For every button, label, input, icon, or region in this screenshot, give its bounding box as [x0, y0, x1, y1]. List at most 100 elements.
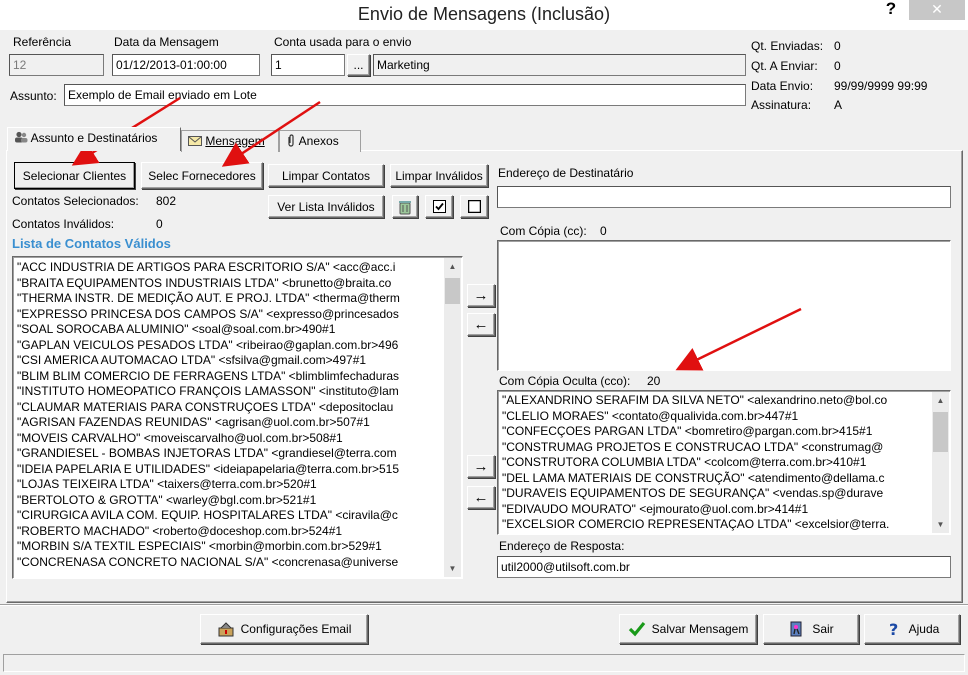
list-item[interactable]: "INSTITUTO HOMEOPATICO FRANÇOIS LAMASSON…: [13, 384, 443, 400]
configuracoes-email-button[interactable]: Configurações Email: [200, 614, 368, 644]
cco-label: Com Cópia Oculta (cco):: [499, 374, 631, 388]
check-all-button[interactable]: [425, 195, 453, 218]
list-item[interactable]: "GRANDIESEL - BOMBAS INJETORAS LTDA" <gr…: [13, 446, 443, 462]
list-item[interactable]: "THERMA INSTR. DE MEDIÇÃO AUT. E PROJ. L…: [13, 291, 443, 307]
cco-count: 20: [647, 374, 661, 388]
salvar-mensagem-button[interactable]: Salvar Mensagem: [619, 614, 757, 644]
list-item[interactable]: "GAPLAN VEICULOS PESADOS LTDA" <ribeirao…: [13, 338, 443, 354]
list-item[interactable]: "ALEXANDRINO SERAFIM DA SILVA NETO" <ale…: [498, 393, 931, 409]
list-item[interactable]: "EXCELSIOR COMERCIO REPRESENTAÇAO LTDA" …: [498, 517, 931, 533]
sair-label: Sair: [812, 622, 834, 636]
window-title: Envio de Mensagens (Inclusão): [357, 4, 611, 24]
cco-list[interactable]: "ALEXANDRINO SERAFIM DA SILVA NETO" <ale…: [497, 390, 951, 535]
scroll-up-arrow-icon[interactable]: ▲: [932, 392, 949, 409]
data-mensagem-label: Data da Mensagem: [114, 35, 219, 49]
tab-anexos[interactable]: Anexos: [279, 130, 361, 152]
people-icon: [14, 131, 28, 143]
uncheck-all-button[interactable]: [460, 195, 488, 218]
referencia-field[interactable]: 12: [9, 54, 104, 76]
close-button[interactable]: ✕: [909, 0, 965, 20]
list-item[interactable]: "BERTOLOTO & GROTTA" <warley@bgl.com.br>…: [13, 493, 443, 509]
cco-scrollbar[interactable]: ▲ ▼: [932, 392, 949, 533]
limpar-contatos-button[interactable]: Limpar Contatos: [268, 164, 384, 187]
list-item[interactable]: "AGRISAN FAZENDAS REUNIDAS" <agrisan@uol…: [13, 415, 443, 431]
qt-a-enviar-value: 0: [834, 59, 841, 73]
list-item[interactable]: "CONSTRUMAG PROJETOS E CONSTRUCAO LTDA" …: [498, 440, 931, 456]
contatos-invalidos-value: 0: [156, 217, 163, 231]
conta-field[interactable]: 1: [271, 54, 345, 76]
configuracoes-email-label: Configurações Email: [240, 622, 352, 636]
scroll-thumb[interactable]: [445, 278, 460, 304]
list-item[interactable]: "EXPRESSO PRINCESA DOS CAMPOS S/A" <expr…: [13, 307, 443, 323]
scroll-down-arrow-icon[interactable]: ▼: [444, 560, 461, 577]
selec-fornecedores-button[interactable]: Selec Fornecedores: [141, 162, 263, 189]
status-bar: [3, 654, 965, 672]
salvar-mensagem-label: Salvar Mensagem: [651, 622, 749, 636]
svg-text:?: ?: [889, 620, 898, 638]
tab-label: Assunto e Destinatários: [30, 131, 158, 145]
assunto-label: Assunto:: [10, 89, 57, 103]
list-item[interactable]: "IDEIA PAPELARIA E UTILIDADES" <ideiapap…: [13, 462, 443, 478]
data-mensagem-field[interactable]: 01/12/2013-01:00:00: [112, 54, 260, 76]
list-item[interactable]: "DEL LAMA MATERIAIS DE CONSTRUÇÃO" <aten…: [498, 471, 931, 487]
scroll-up-arrow-icon[interactable]: ▲: [444, 258, 461, 275]
remove-from-cco-button[interactable]: ←: [467, 486, 495, 509]
cc-list[interactable]: [497, 240, 951, 371]
list-item[interactable]: "CSI AMERICA AUTOMACAO LTDA" <sfsilva@gm…: [13, 353, 443, 369]
tab-assunto-destinatarios[interactable]: Assunto e Destinatários: [7, 127, 181, 151]
list-item[interactable]: "CONFECÇOES PARGAN LTDA" <bomretiro@parg…: [498, 424, 931, 440]
ajuda-label: Ajuda: [908, 622, 940, 636]
conta-label: Conta usada para o envio: [274, 35, 412, 49]
list-item[interactable]: "BLIM BLIM COMERCIO DE FERRAGENS LTDA" <…: [13, 369, 443, 385]
empty-box-icon: [467, 199, 481, 214]
move-to-cco-button[interactable]: →: [467, 455, 495, 478]
help-title-button[interactable]: ?: [880, 0, 902, 22]
contatos-invalidos-label: Contatos Inválidos:: [12, 217, 115, 231]
ajuda-button[interactable]: ? Ajuda: [864, 614, 960, 644]
contatos-selecionados-value: 802: [156, 194, 177, 208]
resposta-label: Endereço de Resposta:: [499, 539, 625, 553]
list-item[interactable]: "ACC INDUSTRIA DE ARTIGOS PARA ESCRITORI…: [13, 260, 443, 276]
assinatura-label: Assinatura:: [751, 98, 812, 112]
remove-from-cc-button[interactable]: ←: [467, 313, 495, 336]
list-item[interactable]: "MORBIN S/A TEXTIL ESPECIAIS" <morbin@mo…: [13, 539, 443, 555]
resposta-field[interactable]: util2000@utilsoft.com.br: [497, 556, 951, 578]
qt-enviadas-label: Qt. Enviadas:: [751, 39, 824, 53]
exit-door-icon: [788, 620, 806, 638]
tab-mensagem[interactable]: Mensagem: [181, 130, 279, 152]
move-to-cc-button[interactable]: →: [467, 284, 495, 307]
limpar-invalidos-button[interactable]: Limpar Inválidos: [390, 164, 488, 187]
list-item[interactable]: "MOVEIS CARVALHO" <moveiscarvalho@uol.co…: [13, 431, 443, 447]
list-item[interactable]: "SOAL SOROCABA ALUMINIO" <soal@soal.com.…: [13, 322, 443, 338]
destinatario-field[interactable]: [497, 186, 951, 208]
sair-button[interactable]: Sair: [763, 614, 859, 644]
list-item[interactable]: "CLELIO MORAES" <contato@qualivida.com.b…: [498, 409, 931, 425]
list-item[interactable]: "DURAVEIS EQUIPAMENTOS DE SEGURANÇA" <ve…: [498, 486, 931, 502]
list-item[interactable]: "ROBERTO MACHADO" <roberto@doceshop.com.…: [13, 524, 443, 540]
contatos-selecionados-label: Contatos Selecionados:: [12, 194, 139, 208]
selecionar-clientes-button[interactable]: Selecionar Clientes: [14, 162, 135, 189]
scroll-down-arrow-icon[interactable]: ▼: [932, 516, 949, 533]
conta-name-field: Marketing: [373, 54, 746, 76]
ver-lista-invalidos-button[interactable]: Ver Lista Inválidos: [268, 195, 384, 218]
list-item[interactable]: "CONSTRUTORA COLUMBIA LTDA" <colcom@terr…: [498, 455, 931, 471]
assinatura-value: A: [834, 98, 843, 112]
qt-enviadas-value: 0: [834, 39, 841, 53]
help-icon: ?: [885, 620, 903, 639]
list-item[interactable]: "LOJAS TEIXEIRA LTDA" <taixers@terra.com…: [13, 477, 443, 493]
list-item[interactable]: "CIRURGICA AVILA COM. EQUIP. HOSPITALARE…: [13, 508, 443, 524]
conta-browse-button[interactable]: ...: [347, 54, 370, 76]
qt-a-enviar-label: Qt. A Enviar:: [751, 59, 818, 73]
list-item[interactable]: "CONCRENASA CONCRETO NACIONAL S/A" <conc…: [13, 555, 443, 571]
scroll-thumb[interactable]: [933, 412, 948, 452]
trash-button[interactable]: [392, 195, 418, 218]
assunto-field[interactable]: Exemplo de Email enviado em Lote: [64, 84, 746, 106]
trash-icon: [397, 199, 413, 215]
list-item[interactable]: "BRAITA EQUIPAMENTOS INDUSTRIAIS LTDA" <…: [13, 276, 443, 292]
bottom-separator: [0, 604, 968, 606]
cc-count: 0: [600, 224, 607, 238]
list-item[interactable]: "EDIVAUDO MOURATO" <ejmourato@uol.com.br…: [498, 502, 931, 518]
contatos-validos-list[interactable]: "ACC INDUSTRIA DE ARTIGOS PARA ESCRITORI…: [12, 256, 463, 579]
list-item[interactable]: "CLAUMAR MATERIAIS PARA CONSTRUÇOES LTDA…: [13, 400, 443, 416]
contacts-scrollbar[interactable]: ▲ ▼: [444, 258, 461, 577]
